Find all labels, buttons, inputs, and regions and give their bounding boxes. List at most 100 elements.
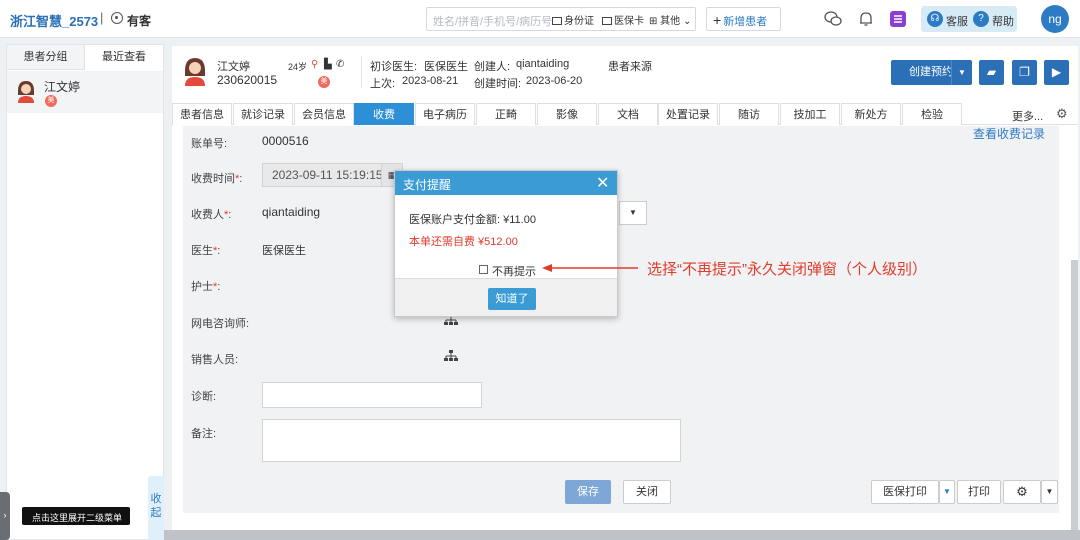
tab-follow-up[interactable]: 随访 [719, 103, 779, 125]
collapse-button[interactable]: 收起 [148, 476, 164, 540]
recent-patient-item[interactable]: 江文婷 美 [7, 71, 163, 113]
payment-reminder-dialog: 支付提醒 ✕ 医保账户支付金额: ¥11.00 本单还需自费 ¥512.00 不… [394, 170, 618, 317]
wechat-icon[interactable]: ▰ [979, 60, 1004, 85]
grid-icon: ⊞ [649, 16, 661, 27]
note-label: 备注: [191, 428, 217, 440]
settings-dropdown[interactable]: ▼ [1041, 480, 1058, 504]
sales-label: 销售人员: [191, 354, 239, 366]
header-divider [361, 56, 362, 88]
app-subtitle[interactable]: 有客 [127, 12, 151, 29]
tab-member-info[interactable]: 会员信息 [294, 103, 354, 125]
title-separator: | [100, 10, 104, 25]
patient-id: 230620015 [217, 73, 278, 87]
copy-icon[interactable]: ❐ [1012, 60, 1037, 85]
horizontal-scrollbar[interactable] [164, 530, 1080, 540]
dont-remind-checkbox[interactable] [479, 265, 488, 274]
tab-new-prescription[interactable]: 新处方 [841, 103, 901, 125]
tab-documents[interactable]: 文档 [598, 103, 658, 125]
close-icon[interactable]: ✕ [596, 173, 609, 193]
left-panel: 患者分组 最近查看 江文婷 美 [6, 44, 164, 540]
tab-visit-records[interactable]: 就诊记录 [233, 103, 293, 125]
acknowledge-button[interactable]: 知道了 [488, 288, 536, 310]
charge-time-field[interactable]: 2023-09-11 15:19:15 [262, 163, 398, 187]
view-charge-records-link[interactable]: 查看收费记录 [973, 125, 1045, 142]
search-option-insurance-card[interactable]: 医保卡 [602, 12, 644, 27]
dialog-footer: 知道了 [395, 278, 617, 316]
phone-icon[interactable]: ✆ [336, 59, 344, 70]
tab-charges[interactable]: 收费 [354, 103, 414, 125]
self-pay-amount: 本单还需自费 ¥512.00 [409, 236, 518, 248]
service-button[interactable]: 客服 [946, 13, 968, 29]
new-patient-button[interactable]: + 新增患者 [706, 7, 781, 31]
created-time-label: 创建时间: [474, 78, 522, 90]
top-bar: 浙江智慧_2573 | 有客 姓名/拼音/手机号/病历号 身份证 医保卡 ⊞ 其… [0, 0, 1080, 38]
tab-imaging[interactable]: 影像 [537, 103, 597, 125]
created-time: 2023-06-20 [526, 75, 583, 87]
creator-label: 创建人: [474, 61, 511, 73]
charge-form: 查看收费记录 账单号: 0000516 收费时间*: 2023-09-11 15… [183, 126, 1059, 513]
chat-icon[interactable] [824, 10, 842, 28]
settings-gear-icon[interactable]: ⚙ [1003, 480, 1041, 504]
chevron-down-icon: ⌄ [680, 16, 692, 27]
nurse-label: 护士*: [191, 281, 221, 293]
diagnosis-input[interactable] [262, 382, 482, 408]
tasks-icon[interactable] [889, 10, 907, 28]
vertical-scrollbar[interactable] [1071, 260, 1078, 530]
bell-icon[interactable] [857, 10, 875, 28]
dialog-title: 支付提醒 [395, 171, 617, 195]
app-title[interactable]: 浙江智慧_2573 [10, 11, 98, 30]
tab-patient-info[interactable]: 患者信息 [172, 103, 232, 125]
help-button[interactable]: 帮助 [992, 13, 1014, 29]
gear-icon[interactable]: ⚙ [1056, 106, 1068, 122]
insurance-print-button[interactable]: 医保打印 [871, 480, 939, 504]
tab-lab-work[interactable]: 技加工 [780, 103, 840, 125]
patient-search[interactable]: 姓名/拼音/手机号/病历号 身份证 医保卡 ⊞ 其他 ⌄ [426, 7, 696, 31]
headset-icon: ☊ [927, 11, 943, 27]
tab-recently-viewed[interactable]: 最近查看 [85, 45, 163, 70]
tab-lab-tests[interactable]: 检验 [902, 103, 962, 125]
main-panel: 江文婷 230620015 24岁 ⚲ ▙ ✆ 美 初诊医生: 医保医生 创建人… [172, 46, 1078, 540]
bill-no: 0000516 [262, 134, 309, 148]
patient-source-label: 患者来源 [608, 61, 652, 73]
appointment-dropdown-button[interactable]: ▼ [951, 60, 972, 85]
search-icon[interactable]: ⚲ [311, 59, 318, 70]
note-textarea[interactable] [262, 419, 681, 462]
tab-emr[interactable]: 电子病历 [415, 103, 475, 125]
save-button[interactable]: 保存 [565, 480, 611, 504]
close-button[interactable]: 关闭 [623, 480, 671, 504]
diagnosis-label: 诊断: [191, 391, 217, 403]
last-visit-label: 上次: [370, 78, 396, 90]
tab-patient-groups[interactable]: 患者分组 [7, 45, 85, 70]
print-button[interactable]: 打印 [957, 480, 1001, 504]
doctor[interactable]: 医保医生 [262, 242, 306, 258]
org-tree-icon[interactable] [444, 350, 458, 365]
search-option-other[interactable]: ⊞ 其他 ⌄ [649, 12, 691, 27]
insurance-print-dropdown[interactable]: ▼ [939, 480, 955, 504]
patient-tabs: 患者信息 就诊记录 会员信息 收费 电子病历 正畸 影像 文档 处置记录 随访 … [172, 103, 1078, 125]
support-panel: ☊ 客服 ? 帮助 [921, 6, 1017, 32]
caret-down-icon: ▼ [629, 208, 637, 217]
plus-icon: + [713, 12, 722, 28]
tab-orthodontics[interactable]: 正畸 [476, 103, 536, 125]
tab-treatment-records[interactable]: 处置记录 [658, 103, 718, 125]
creator: qiantaiding [516, 58, 570, 70]
idcard-icon [552, 17, 562, 25]
expand-menu-handle[interactable]: › [0, 492, 10, 540]
consultant-label: 网电咨询师: [191, 318, 250, 330]
dont-remind-label[interactable]: 不再提示 [492, 263, 536, 279]
patient-age: 24岁 [288, 62, 308, 72]
first-doctor: 医保医生 [424, 61, 468, 73]
user-avatar[interactable]: ng [1041, 5, 1069, 33]
first-doctor-label: 初诊医生: [370, 61, 418, 73]
play-icon[interactable]: ▶ [1044, 60, 1069, 85]
last-visit: 2023-08-21 [402, 75, 459, 87]
payee-select-dropdown[interactable]: ▼ [619, 201, 647, 225]
customer-icon [111, 12, 123, 24]
search-option-idcard[interactable]: 身份证 [552, 12, 594, 27]
more-tabs-button[interactable]: 更多... [1012, 108, 1043, 124]
beauty-badge: 美 [318, 76, 330, 88]
help-icon: ? [973, 11, 989, 27]
beauty-badge: 美 [45, 95, 57, 107]
caret-down-icon: ▼ [958, 68, 966, 77]
payee[interactable]: qiantaiding [262, 205, 320, 219]
